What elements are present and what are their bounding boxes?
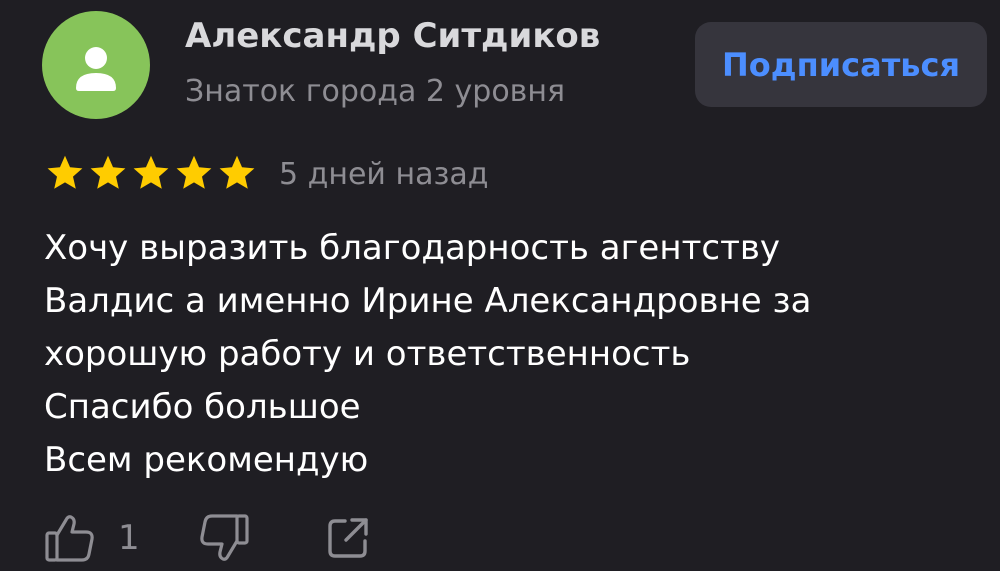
star-icon xyxy=(176,155,212,189)
author-level: Знаток города 2 уровня xyxy=(185,74,566,109)
thumbs-down-icon xyxy=(199,514,249,561)
review-line: хорошую работу и ответственность xyxy=(44,334,691,374)
review-line: Спасибо большое xyxy=(44,387,361,427)
subscribe-button[interactable]: Подписаться xyxy=(695,22,987,107)
star-icon xyxy=(133,155,169,189)
star-icon xyxy=(90,155,126,189)
dislike-button[interactable] xyxy=(198,512,250,564)
user-silhouette-icon xyxy=(76,47,116,91)
thumbs-up-icon xyxy=(45,515,94,562)
review-line: Валдис а именно Ирине Александровне за xyxy=(44,281,812,321)
like-count: 1 xyxy=(118,518,140,558)
author-name[interactable]: Александр Ситдиков xyxy=(185,16,600,56)
review-line: Всем рекомендую xyxy=(44,440,369,480)
review-text: Хочу выразить благодарность агентству Ва… xyxy=(44,222,964,487)
star-icon xyxy=(219,155,255,189)
review-line: Хочу выразить благодарность агентству xyxy=(44,228,781,268)
rating-row: 5 дней назад xyxy=(44,152,489,196)
share-icon xyxy=(327,518,368,558)
avatar[interactable] xyxy=(42,11,150,119)
star-rating xyxy=(44,154,259,194)
review-card: Александр Ситдиков Знаток города 2 уровн… xyxy=(0,0,1000,571)
review-actions: 1 xyxy=(44,510,371,566)
like-button[interactable] xyxy=(44,512,96,564)
star-icon xyxy=(47,155,83,189)
share-button[interactable] xyxy=(325,515,371,561)
review-date: 5 дней назад xyxy=(279,156,489,192)
